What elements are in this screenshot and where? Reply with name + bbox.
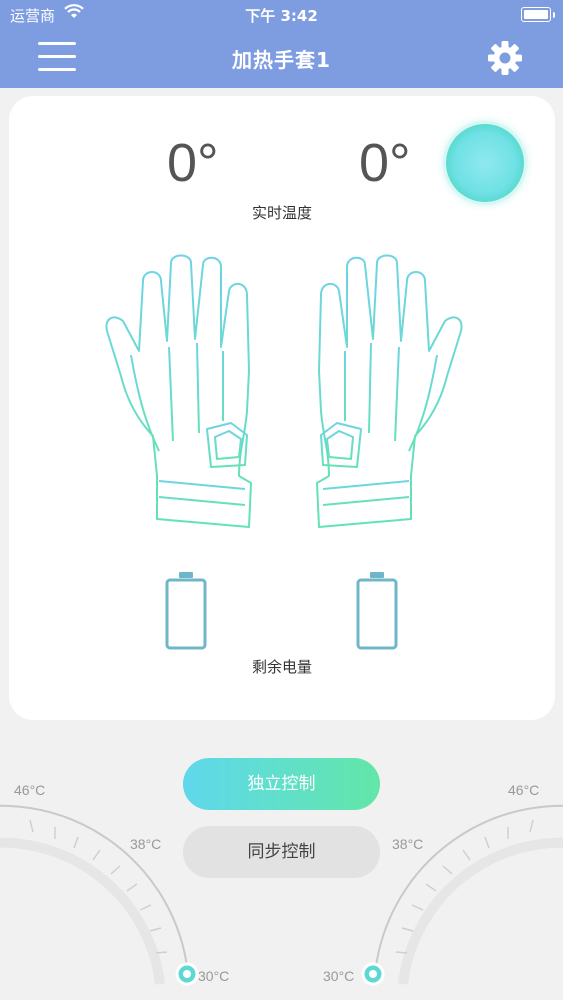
status-bar: 运营商 下午 3:42	[0, 0, 563, 28]
page-title: 加热手套1	[232, 48, 331, 72]
right-dial-mid-label: 38°C	[392, 836, 424, 852]
left-dial-max-label: 46°C	[14, 782, 46, 798]
left-glove-temperature: 0°	[167, 133, 219, 193]
power-button[interactable]	[446, 124, 524, 202]
left-dial-min-label: 30°C	[198, 968, 230, 984]
sync-control-button[interactable]: 同步控制	[183, 826, 380, 878]
independent-control-button[interactable]: 独立控制	[183, 758, 380, 810]
realtime-temperature-label: 实时温度	[251, 204, 312, 222]
right-glove-icon	[316, 254, 463, 528]
battery-status-icon	[521, 7, 555, 22]
right-dial-max-label: 46°C	[508, 782, 540, 798]
left-dial-mid-label: 38°C	[130, 836, 162, 852]
top-bar: 运营商 下午 3:42 加热手套1	[0, 0, 563, 88]
right-battery-icon	[356, 572, 398, 650]
left-battery-icon	[165, 572, 207, 650]
gear-icon	[488, 41, 522, 75]
right-glove-temperature: 0°	[359, 133, 411, 193]
status-time: 下午 3:42	[245, 7, 318, 25]
settings-button[interactable]	[485, 38, 525, 78]
left-glove-icon	[105, 254, 252, 528]
right-dial-min-label: 30°C	[323, 968, 355, 984]
gloves-illustration	[105, 254, 463, 528]
remaining-battery-label: 剩余电量	[251, 658, 312, 676]
glove-status-card: 0° 0° 实时温度 剩余电量	[9, 96, 555, 720]
